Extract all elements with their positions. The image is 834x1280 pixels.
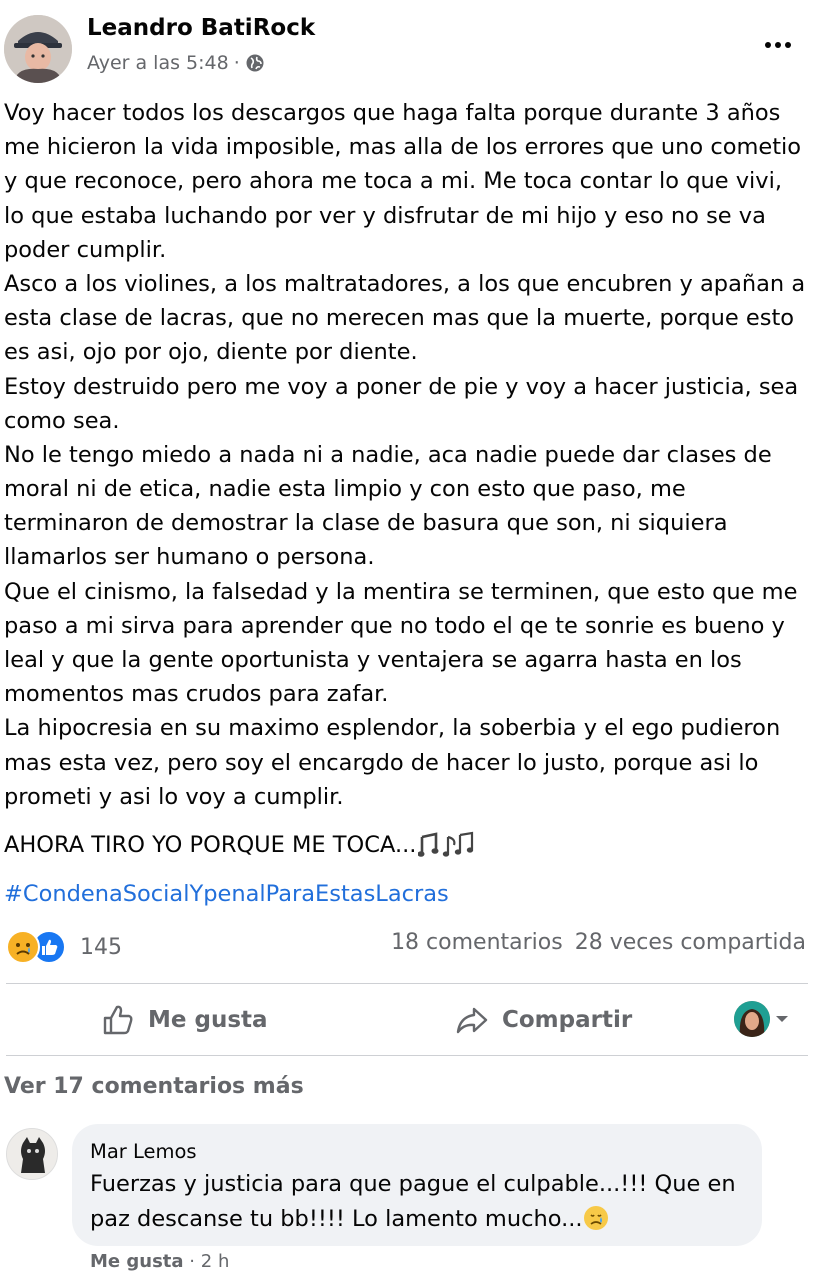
more-dot-icon	[775, 42, 781, 48]
comment-time[interactable]: 2 h	[201, 1251, 230, 1272]
more-dot-icon	[785, 42, 791, 48]
comment-line: Fuerzas y justicia para que pague el cul…	[90, 1171, 736, 1197]
post-line: Asco a los violines, a los maltratadores…	[4, 270, 806, 297]
post-line: poder cumplir.	[4, 236, 167, 263]
post-body: Voy hacer todos los descargos que haga f…	[4, 96, 830, 814]
author-name[interactable]: Leandro BatiRock	[87, 15, 315, 41]
post-line: Que el cinismo, la falsedad y la mentira…	[4, 578, 798, 605]
share-arrow-icon	[456, 1007, 488, 1034]
action-bar: Me gusta Compartir	[6, 985, 808, 1055]
share-label: Compartir	[502, 1007, 633, 1033]
author-avatar-image	[4, 15, 72, 83]
post-line: paso a mi sirva para aprender que no tod…	[4, 612, 785, 639]
sad-react-icon	[6, 930, 40, 964]
divider	[6, 1055, 808, 1056]
divider	[6, 983, 808, 984]
post-line: esta clase de lacras, que no merecen mas…	[4, 305, 795, 332]
post-line: Estoy destruido pero me voy a poner de p…	[4, 373, 799, 400]
post-line: La hipocresia en su maximo esplendor, la…	[4, 715, 781, 742]
closing-text: AHORA TIRO YO PORQUE ME TOCA...	[4, 832, 417, 858]
comment-author[interactable]: Mar Lemos	[90, 1140, 197, 1163]
comment-footer: Me gusta · 2 h	[90, 1251, 229, 1272]
post-line: llamarlos ser humano o persona.	[4, 544, 375, 571]
meta-separator: ·	[233, 52, 240, 74]
like-button[interactable]: Me gusta	[100, 985, 268, 1055]
post-meta: Ayer a las 5:48 ·	[87, 52, 265, 74]
more-options-button[interactable]	[758, 30, 798, 60]
sad-tear-emoji	[583, 1206, 608, 1230]
comment-line-text: paz descanse tu bb!!!! Lo lamento mucho.…	[90, 1206, 583, 1232]
comment-like-button[interactable]: Me gusta	[90, 1251, 184, 1272]
shares-count[interactable]: 28 veces compartida	[575, 930, 806, 955]
post-header: Leandro BatiRock Ayer a las 5:48 ·	[0, 0, 834, 96]
post-line: terminaron de demostrar la clase de basu…	[4, 510, 728, 537]
post-line: me hicieron la vida imposible, mas alla …	[4, 134, 802, 161]
post-line: Voy hacer todos los descargos que haga f…	[4, 100, 781, 126]
globe-icon	[246, 54, 264, 72]
post-stats: 18 comentarios 28 veces compartida	[391, 930, 806, 955]
post-line: No le tengo miedo a nada ni a nadie, aca…	[4, 441, 772, 468]
reaction-count: 145	[80, 934, 122, 960]
like-label: Me gusta	[148, 1007, 268, 1033]
author-avatar[interactable]	[4, 15, 72, 83]
commenter-avatar-image	[7, 1129, 57, 1179]
viewer-avatar	[734, 1001, 770, 1037]
chevron-down-icon	[776, 1016, 788, 1022]
react-as-selector[interactable]	[734, 1001, 790, 1037]
post-line: como sea.	[4, 407, 120, 434]
post-line: prometi y asi lo voy a cumplir.	[4, 783, 344, 810]
post-line: momentos mas crudos para zafar.	[4, 681, 389, 708]
comments-count[interactable]: 18 comentarios	[391, 930, 563, 955]
post-line: leal y que la gente oportunista y ventaj…	[4, 647, 742, 673]
reactions-summary[interactable]: 145	[6, 929, 122, 965]
comment-text: Fuerzas y justicia para que pague el cul…	[90, 1167, 750, 1237]
music-notes-icon	[418, 831, 474, 857]
thumbs-up-icon	[103, 1005, 133, 1035]
post-line: mas esta vez, pero soy el encargdo de ha…	[4, 749, 759, 776]
post-line: lo que estaba luchando por ver y disfrut…	[4, 202, 766, 229]
commenter-avatar[interactable]	[6, 1128, 58, 1180]
more-dot-icon	[765, 42, 771, 48]
share-button[interactable]: Compartir	[454, 985, 632, 1055]
comment-bubble: Mar Lemos Fuerzas y justicia para que pa…	[72, 1124, 762, 1246]
view-more-comments-link[interactable]: Ver 17 comentarios más	[4, 1074, 304, 1099]
post-time[interactable]: Ayer a las 5:48	[87, 52, 229, 74]
comment-line: paz descanse tu bb!!!! Lo lamento mucho.…	[90, 1202, 750, 1237]
comment-footer-separator: ·	[189, 1251, 196, 1272]
post-line: y que reconoce, pero ahora me toca a mi.…	[4, 168, 783, 195]
post-line: moral ni de etica, nadie esta limpio y c…	[4, 476, 686, 503]
post-closing: AHORA TIRO YO PORQUE ME TOCA...	[4, 828, 476, 862]
post-line: es asi, ojo por ojo, diente por diente.	[4, 339, 418, 366]
post-hashtag[interactable]: #CondenaSocialYpenalParaEstasLacras	[4, 878, 449, 910]
